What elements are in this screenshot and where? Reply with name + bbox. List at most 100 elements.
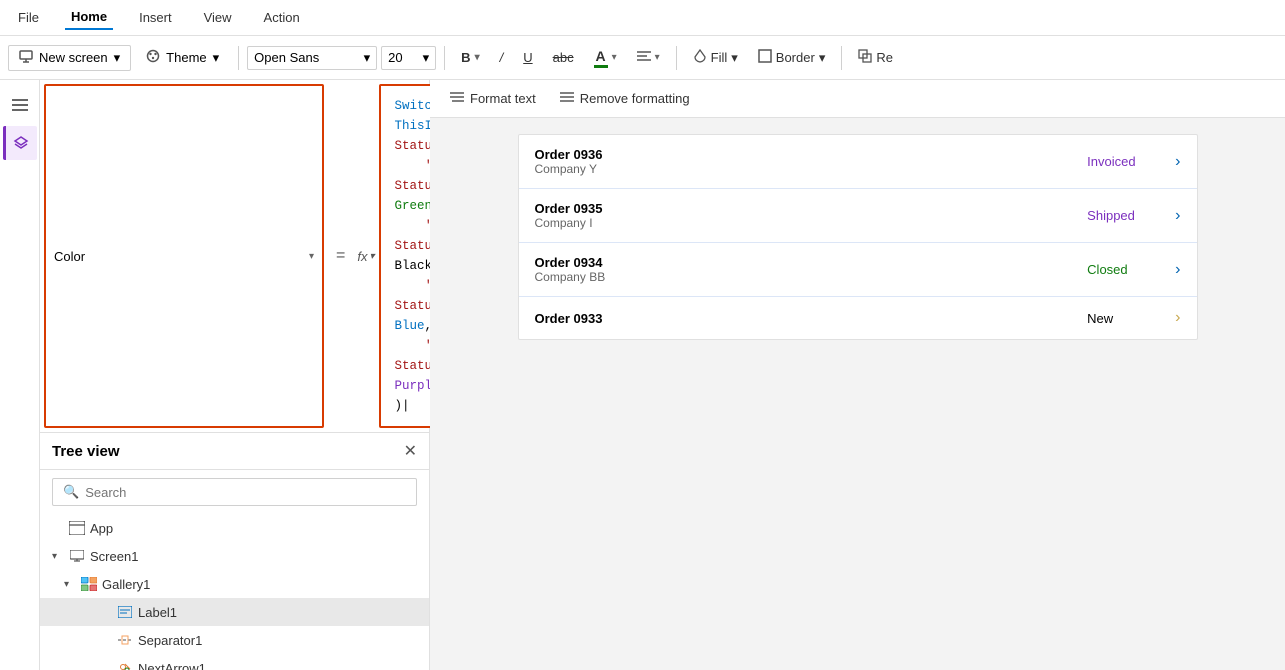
- tree-header: Tree view ✕: [40, 433, 429, 470]
- layers-button[interactable]: [3, 126, 37, 160]
- tree-item-nextarrow1-label: NextArrow1: [138, 661, 206, 670]
- order-row-0936[interactable]: Order 0936 Company Y Invoiced ›: [519, 135, 1197, 189]
- tree-item-nextarrow1[interactable]: NextArrow1: [40, 654, 429, 670]
- font-color-a-label: A: [596, 48, 606, 64]
- property-selector[interactable]: Color ▾: [44, 84, 324, 428]
- tree-close-button[interactable]: ✕: [404, 441, 417, 461]
- search-box[interactable]: 🔍: [52, 478, 417, 506]
- remove-formatting-label: Remove formatting: [580, 91, 690, 106]
- order-number-0935: Order 0935: [535, 201, 1080, 216]
- property-name: Color: [54, 249, 305, 264]
- order-row-0935[interactable]: Order 0935 Company I Shipped ›: [519, 189, 1197, 243]
- reorder-icon: [858, 49, 872, 66]
- order-company-0934: Company BB: [535, 270, 1080, 284]
- tree-panel: Color ▾ = fx ▾ Switch( ThisItem.'Order S…: [40, 80, 430, 670]
- remove-formatting-button[interactable]: Remove formatting: [552, 86, 698, 111]
- fx-label: fx: [357, 249, 367, 264]
- tree-item-separator1-label: Separator1: [138, 633, 202, 648]
- theme-button[interactable]: Theme ▾: [135, 44, 230, 71]
- tree-formula-area: Color ▾ = fx ▾ Switch( ThisItem.'Order S…: [40, 80, 429, 433]
- toolbar-divider-3: [676, 46, 677, 70]
- main-layout: Color ▾ = fx ▾ Switch( ThisItem.'Order S…: [0, 80, 1285, 670]
- order-info-0933: Order 0933: [535, 311, 1080, 326]
- chevron-right-0936: ›: [1175, 153, 1180, 171]
- fill-button[interactable]: Fill ▾: [685, 45, 746, 70]
- strikethrough-button[interactable]: abc: [545, 46, 582, 69]
- border-button[interactable]: Border ▾: [750, 45, 834, 70]
- order-row-0934[interactable]: Order 0934 Company BB Closed ›: [519, 243, 1197, 297]
- order-status-0933: New: [1087, 311, 1167, 326]
- app-icon: [68, 519, 86, 537]
- toolbar-divider-4: [841, 46, 842, 70]
- search-icon: 🔍: [63, 484, 79, 500]
- order-info-0934: Order 0934 Company BB: [535, 255, 1080, 284]
- search-input[interactable]: [85, 485, 406, 500]
- tree-item-label1[interactable]: Label1: [40, 598, 429, 626]
- order-number-0934: Order 0934: [535, 255, 1080, 270]
- bold-button[interactable]: B ▾: [453, 46, 487, 69]
- tree-item-separator1[interactable]: Separator1: [40, 626, 429, 654]
- italic-button[interactable]: /: [492, 46, 512, 69]
- order-info-0935: Order 0935 Company I: [535, 201, 1080, 230]
- new-screen-chevron: ▾: [114, 50, 121, 66]
- font-size-selector[interactable]: 20 ▾: [381, 46, 436, 70]
- order-company-0935: Company I: [535, 216, 1080, 230]
- font-color-indicator: [594, 65, 608, 68]
- font-size-value: 20: [388, 50, 402, 65]
- border-chevron: ▾: [819, 50, 826, 66]
- reorder-button[interactable]: Re: [850, 45, 901, 70]
- screen1-caret: ▾: [52, 551, 62, 562]
- formatting-bar: Format text Remove formatting: [430, 80, 1285, 118]
- screen1-icon: [68, 547, 86, 565]
- font-selector[interactable]: Open Sans ▾: [247, 46, 377, 70]
- format-text-button[interactable]: Format text: [442, 86, 544, 111]
- order-info-0936: Order 0936 Company Y: [535, 147, 1080, 176]
- menu-insert[interactable]: Insert: [133, 6, 178, 29]
- hamburger-button[interactable]: [3, 88, 37, 122]
- font-chevron: ▾: [364, 50, 371, 66]
- tree-view-label: Tree view: [52, 443, 120, 460]
- content-area: Format text Remove formatting Order 0936…: [430, 80, 1285, 670]
- fill-chevron: ▾: [731, 50, 738, 66]
- tree-item-screen1-label: Screen1: [90, 549, 138, 564]
- menu-action[interactable]: Action: [258, 6, 306, 29]
- order-row-0933[interactable]: Order 0933 New ›: [519, 297, 1197, 339]
- underline-label: U: [523, 50, 532, 65]
- equals-sign: =: [328, 80, 353, 432]
- menu-bar: File Home Insert View Action: [0, 0, 1285, 36]
- strikethrough-label: abc: [553, 50, 574, 65]
- order-company-0936: Company Y: [535, 162, 1080, 176]
- fx-chevron[interactable]: ▾: [369, 251, 374, 262]
- tree-item-app[interactable]: App: [40, 514, 429, 542]
- font-color-button[interactable]: A ▾: [586, 44, 625, 72]
- format-text-icon: [450, 90, 464, 107]
- tree-item-screen1[interactable]: ▾ Screen1: [40, 542, 429, 570]
- menu-view[interactable]: View: [198, 6, 238, 29]
- order-number-0933: Order 0933: [535, 311, 1080, 326]
- new-screen-label: New screen: [39, 50, 108, 65]
- tree-title-container: Tree view: [52, 443, 120, 460]
- underline-button[interactable]: U: [515, 46, 540, 69]
- border-label: Border: [776, 50, 815, 65]
- tree-items: App ▾ Screen1 ▾ Gallery1: [40, 514, 429, 670]
- new-screen-button[interactable]: New screen ▾: [8, 45, 131, 71]
- tree-item-label1-label: Label1: [138, 605, 177, 620]
- remove-formatting-icon: [560, 90, 574, 107]
- order-status-0934: Closed: [1087, 262, 1167, 277]
- gallery1-caret: ▾: [64, 579, 74, 590]
- bold-label: B: [461, 50, 470, 65]
- toolbar: New screen ▾ Theme ▾ Open Sans ▾ 20 ▾ B …: [0, 36, 1285, 80]
- reorder-label: Re: [876, 50, 893, 65]
- order-status-0935: Shipped: [1087, 208, 1167, 223]
- preview-area: Order 0936 Company Y Invoiced › Order 09…: [430, 118, 1285, 670]
- chevron-right-0933: ›: [1175, 309, 1180, 327]
- menu-home[interactable]: Home: [65, 5, 113, 30]
- tree-item-gallery1[interactable]: ▾ Gallery1: [40, 570, 429, 598]
- align-icon: [637, 50, 651, 65]
- menu-file[interactable]: File: [12, 6, 45, 29]
- align-button[interactable]: ▾: [629, 46, 668, 69]
- font-size-chevron: ▾: [423, 50, 430, 66]
- bold-chevron: ▾: [475, 52, 480, 63]
- order-status-0936: Invoiced: [1087, 154, 1167, 169]
- chevron-right-0934: ›: [1175, 261, 1180, 279]
